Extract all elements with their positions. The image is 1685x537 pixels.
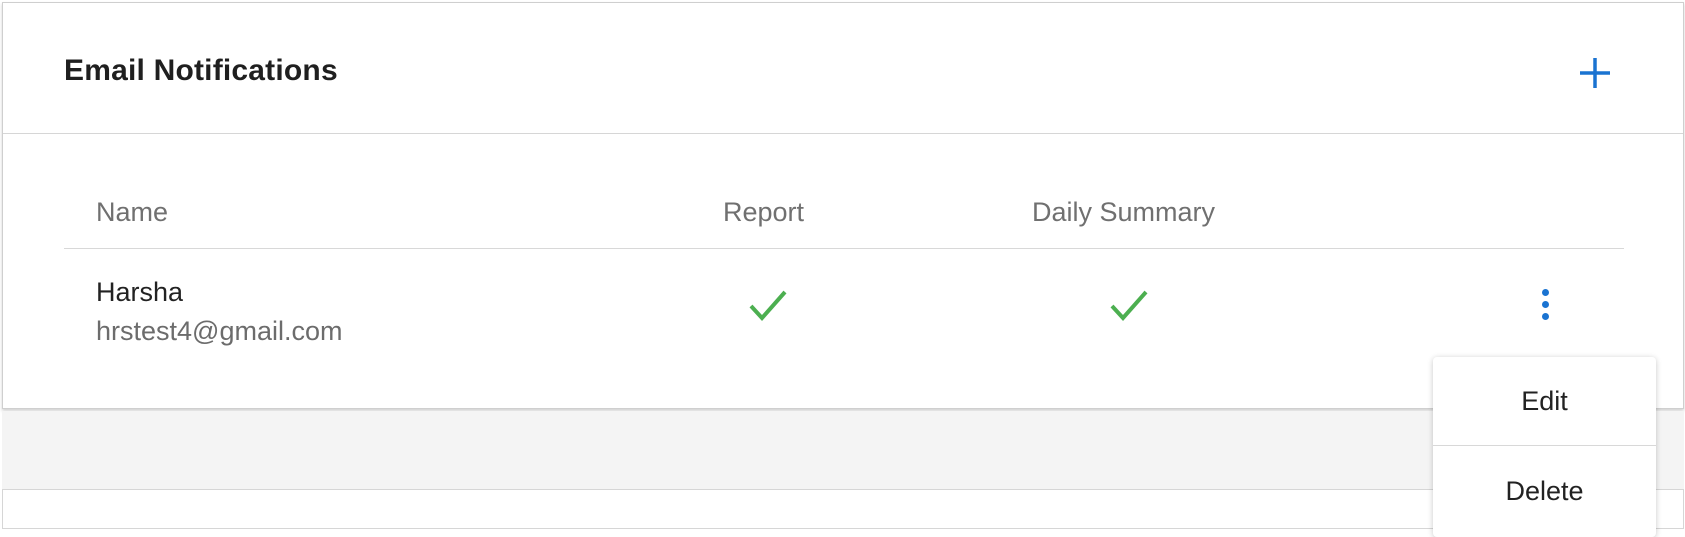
row-context-menu: Edit Delete — [1433, 357, 1656, 537]
table-divider — [64, 248, 1624, 249]
email-notifications-card: Email Notifications Name Report Daily Su… — [2, 2, 1684, 409]
more-vertical-icon-dot — [1542, 301, 1549, 308]
menu-item-edit[interactable]: Edit — [1433, 357, 1656, 445]
add-notification-button[interactable] — [1575, 53, 1615, 93]
page-background-strip — [2, 411, 1684, 489]
more-vertical-icon — [1542, 289, 1549, 296]
column-header-daily-summary: Daily Summary — [1032, 197, 1216, 227]
page-title: Email Notifications — [64, 54, 338, 87]
row-actions-button[interactable] — [1533, 289, 1557, 329]
recipient-email: hrstest4@gmail.com — [96, 316, 343, 346]
menu-divider — [1433, 445, 1656, 446]
next-card — [2, 489, 1684, 529]
more-vertical-icon-dot — [1542, 313, 1549, 320]
column-header-report: Report — [723, 197, 805, 227]
daily-summary-check-icon — [1110, 290, 1148, 321]
column-header-name: Name — [96, 197, 169, 227]
plus-icon — [1580, 58, 1610, 88]
recipient-name: Harsha — [96, 277, 184, 307]
menu-item-delete[interactable]: Delete — [1433, 447, 1656, 535]
report-check-icon — [749, 290, 787, 321]
card-header: Email Notifications — [3, 3, 1683, 134]
